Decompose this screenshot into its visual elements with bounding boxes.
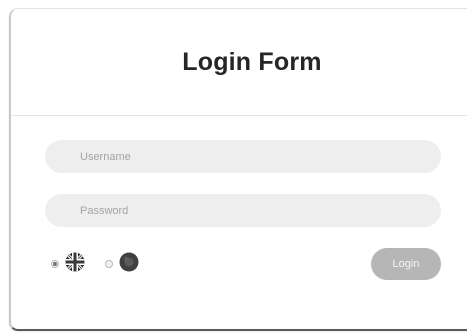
language-radio-other[interactable] [105, 260, 113, 268]
password-input[interactable] [45, 194, 441, 227]
language-radio-en[interactable] [51, 260, 59, 268]
card-header: Login Form [11, 9, 467, 116]
language-selector [51, 249, 139, 279]
red-circle-flag-icon[interactable] [119, 252, 139, 277]
uk-flag-icon[interactable] [65, 252, 85, 277]
page: Login Form Username Login [0, 0, 467, 333]
page-title: Login Form [182, 47, 322, 76]
login-button[interactable]: Login [371, 248, 441, 280]
login-card: Login Form Username Login [9, 8, 467, 331]
username-input[interactable] [45, 140, 441, 173]
